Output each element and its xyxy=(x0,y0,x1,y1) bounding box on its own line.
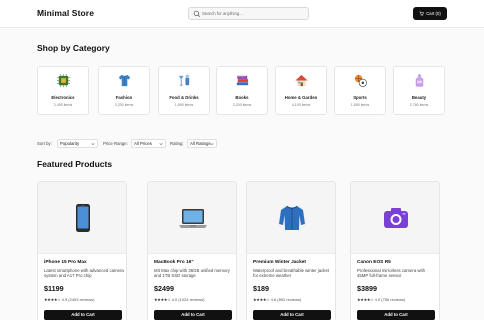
category-card-electronics[interactable]: Electronics 2,450 items xyxy=(37,66,89,115)
product-description: Waterproof and breathable winter jacket … xyxy=(253,268,330,279)
shirt-icon xyxy=(118,74,131,87)
rating-stars-icon: ★★★★☆ xyxy=(154,297,171,302)
categories-heading: Shop by Category xyxy=(37,43,110,53)
perfume-icon xyxy=(415,74,424,87)
rating-stars-icon: ★★★★☆ xyxy=(357,297,374,302)
rating-label: Rating: xyxy=(170,141,184,146)
add-to-cart-button[interactable]: Add to Cart xyxy=(357,310,435,320)
product-name: MacBook Pro 16" xyxy=(154,260,194,265)
category-count: 2,780 items xyxy=(409,103,429,107)
category-card-food-drinks[interactable]: Food & Drinks 1,890 items xyxy=(158,66,210,115)
rating-stars-icon: ★★★★☆ xyxy=(253,297,270,302)
product-rating: ★★★★☆ 4.9 (1024 reviews) xyxy=(154,297,204,302)
sort-value: Popularity xyxy=(60,141,80,146)
top-nav-bar: Minimal Store Cart (0) xyxy=(0,0,484,28)
sports-balls-icon xyxy=(354,74,367,87)
category-count: 3,200 items xyxy=(114,103,134,107)
category-count: 1,650 items xyxy=(350,103,370,107)
price-range-value: All Prices xyxy=(134,141,152,146)
category-card-home-garden[interactable]: Home & Garden 4,100 items xyxy=(275,66,327,115)
category-count: 4,100 items xyxy=(291,103,311,107)
product-description: Professional mirrorless camera with 45MP… xyxy=(357,268,426,279)
product-price: $2499 xyxy=(154,284,174,293)
store-logo[interactable]: Minimal Store xyxy=(37,8,94,18)
cart-button[interactable]: Cart (0) xyxy=(413,7,447,20)
product-image[interactable] xyxy=(351,182,439,254)
category-name: Books xyxy=(235,95,249,100)
product-card-canon-camera[interactable]: Canon EOS R5 Professional mirrorless cam… xyxy=(350,181,440,320)
house-icon xyxy=(295,74,308,87)
smartphone-icon xyxy=(76,204,90,232)
category-card-fashion[interactable]: Fashion 3,200 items xyxy=(98,66,150,115)
product-card-macbook[interactable]: MacBook Pro 16" M3 Max chip with 36GB un… xyxy=(147,181,237,320)
product-rating: ★★★★☆ 4.9 (2453 reviews) xyxy=(44,297,94,302)
cart-label: Cart (0) xyxy=(426,11,441,16)
price-range-select[interactable]: All Prices xyxy=(131,139,166,148)
laptop-icon xyxy=(179,209,207,228)
chevron-down-icon xyxy=(159,143,163,146)
category-count: 2,450 items xyxy=(53,103,73,107)
cart-icon xyxy=(419,11,425,16)
rating-value: All Ratings xyxy=(190,141,211,146)
chevron-down-icon xyxy=(210,143,214,146)
category-name: Sports xyxy=(353,95,367,100)
circuit-chip-icon xyxy=(56,73,71,88)
rating-stars-icon: ★★★★☆ xyxy=(44,297,61,302)
product-image[interactable] xyxy=(148,182,236,254)
rating-select[interactable]: All Ratings xyxy=(187,139,217,148)
product-image[interactable] xyxy=(38,182,126,254)
product-name: Premium Winter Jacket xyxy=(253,260,307,265)
product-price: $1199 xyxy=(44,284,64,293)
product-description: M3 Max chip with 36GB unified memory and… xyxy=(154,268,230,279)
product-rating: ★★★★☆ 4.6 (892 reviews) xyxy=(253,297,301,302)
sort-label: Sort by: xyxy=(37,141,52,146)
category-name: Fashion xyxy=(115,95,133,100)
chevron-down-icon xyxy=(91,143,95,146)
search-box[interactable] xyxy=(188,7,309,20)
category-count: 1,890 items xyxy=(174,103,194,107)
rating-text: 4.9 (756 reviews) xyxy=(374,297,406,302)
product-card-iphone[interactable]: iPhone 15 Pro Max Latest smartphone with… xyxy=(37,181,127,320)
category-name: Food & Drinks xyxy=(169,95,199,100)
price-range-label: Price Range: xyxy=(103,141,128,146)
featured-heading: Featured Products xyxy=(37,159,113,169)
product-image[interactable] xyxy=(247,182,335,254)
category-card-books[interactable]: Books 3,200 items xyxy=(216,66,268,115)
category-name: Electronics xyxy=(51,95,75,100)
rating-text: 4.9 (2453 reviews) xyxy=(61,297,95,302)
category-name: Beauty xyxy=(411,95,427,100)
product-card-winter-jacket[interactable]: Premium Winter Jacket Waterproof and bre… xyxy=(246,181,336,320)
sort-select[interactable]: Popularity xyxy=(57,139,98,148)
camera-icon xyxy=(384,208,408,228)
search-icon xyxy=(193,10,201,18)
rating-text: 4.6 (892 reviews) xyxy=(270,297,302,302)
product-name: Canon EOS R5 xyxy=(357,260,391,265)
category-card-beauty[interactable]: Beauty 2,780 items xyxy=(393,66,445,115)
category-count: 3,200 items xyxy=(232,103,252,107)
category-name: Home & Garden xyxy=(284,95,318,100)
product-price: $189 xyxy=(253,284,269,293)
add-to-cart-button[interactable]: Add to Cart xyxy=(44,310,122,320)
product-price: $3899 xyxy=(357,284,377,293)
product-rating: ★★★★☆ 4.9 (756 reviews) xyxy=(357,297,405,302)
add-to-cart-button[interactable]: Add to Cart xyxy=(253,310,331,320)
rating-text: 4.9 (1024 reviews) xyxy=(171,297,205,302)
books-icon xyxy=(236,75,249,86)
product-name: iPhone 15 Pro Max xyxy=(44,260,87,265)
search-input[interactable] xyxy=(202,8,306,19)
drinks-icon xyxy=(178,74,190,86)
add-to-cart-button[interactable]: Add to Cart xyxy=(154,310,232,320)
category-card-sports[interactable]: Sports 1,650 items xyxy=(334,66,386,115)
product-description: Latest smartphone with advanced camera s… xyxy=(44,268,124,279)
jacket-icon xyxy=(279,205,305,230)
